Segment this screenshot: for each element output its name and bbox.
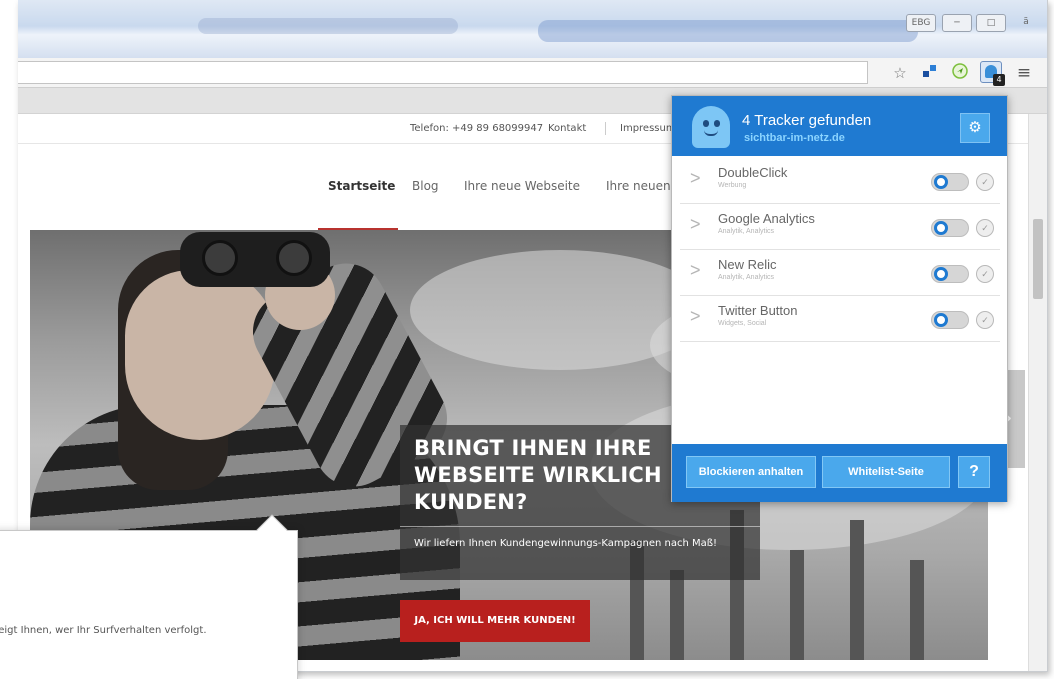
help-button[interactable]: ?	[958, 456, 990, 488]
block-toggle[interactable]	[931, 173, 969, 191]
whitelist-site-button[interactable]: Whitelist-Seite	[822, 456, 950, 488]
tracker-category: Analytik, Analytics	[718, 274, 775, 281]
tracker-category: Werbung	[718, 182, 747, 189]
dropbox-icon[interactable]	[920, 63, 940, 83]
ghostery-extension-button[interactable]: 4	[980, 61, 1005, 86]
bubble-text-line: zeigt Ihnen, wer Ihr Surfverhalten verfo…	[0, 625, 207, 636]
screenshot: EBG ─ □ ã ☆ 4 ≡ Telefon: +49 89 6809994…	[0, 0, 1054, 679]
tracker-name: Twitter Button	[718, 303, 798, 318]
settings-button[interactable]: ⚙	[960, 113, 990, 143]
binoculars-image	[180, 232, 330, 287]
hero-divider	[400, 526, 760, 527]
chevron-right-icon[interactable]: >	[690, 260, 701, 281]
nav-item-kunden[interactable]: Ihre neuen	[606, 179, 671, 193]
tracker-row[interactable]: > New Relic Analytik, Analytics ✓	[680, 250, 1000, 296]
lens	[202, 240, 238, 276]
chevron-right-icon[interactable]: >	[690, 214, 701, 235]
pause-blocking-button[interactable]: Blockieren anhalten	[686, 456, 816, 488]
nav-item-blog[interactable]: Blog	[412, 179, 439, 193]
nav-item-webseite[interactable]: Ihre neue Webseite	[464, 179, 580, 193]
imprint-link[interactable]: Impressum	[620, 123, 676, 134]
chevron-right-icon[interactable]: >	[690, 168, 701, 189]
block-toggle[interactable]	[931, 311, 969, 329]
toggle-knob	[934, 313, 948, 327]
ghostery-popup: 4 Tracker gefunden sichtbar-im-netz.de ⚙…	[671, 95, 1008, 502]
contact-link[interactable]: Kontakt	[548, 123, 586, 134]
title-bar: EBG ─ □ ã	[18, 0, 1047, 58]
star-icon[interactable]: ☆	[890, 63, 910, 83]
address-bar[interactable]	[18, 61, 868, 84]
page-scrollbar[interactable]	[1028, 114, 1047, 671]
ghost-eye	[703, 120, 709, 127]
maximize-button[interactable]: □	[976, 14, 1006, 32]
trust-icon[interactable]: ✓	[976, 219, 994, 237]
browser-toolbar: ☆ 4 ≡	[18, 58, 1047, 88]
lens	[276, 240, 312, 276]
titlebar-blur	[538, 20, 918, 42]
ghost-eye	[714, 120, 720, 127]
skyline-building	[850, 520, 864, 660]
titlebar-blur	[198, 18, 458, 34]
user-profile-button[interactable]: EBG	[906, 14, 936, 32]
tracker-category: Analytik, Analytics	[718, 228, 775, 235]
site-domain: sichtbar-im-netz.de	[744, 132, 845, 144]
hero-subtitle: Wir liefern Ihnen Kundengewinnungs-Kampa…	[414, 538, 718, 549]
gear-icon: ⚙	[968, 119, 982, 136]
scrollbar-thumb[interactable]	[1033, 219, 1043, 299]
menu-icon[interactable]: ≡	[1014, 63, 1034, 83]
tracker-row[interactable]: > Google Analytics Analytik, Analytics ✓	[680, 204, 1000, 250]
callout-bubble: n zeigt Ihnen, wer Ihr Surfverhalten ver…	[0, 514, 298, 679]
popup-header: 4 Tracker gefunden sichtbar-im-netz.de ⚙	[672, 96, 1007, 156]
close-button[interactable]: ã	[1011, 14, 1041, 32]
tracker-count-badge: 4	[993, 74, 1005, 86]
minimize-button[interactable]: ─	[942, 14, 972, 32]
tracker-name: DoubleClick	[718, 165, 788, 180]
tracker-count-title: 4 Tracker gefunden	[742, 112, 872, 129]
cta-button[interactable]: JA, ICH WILL MEHR KUNDEN!	[400, 600, 590, 642]
divider	[605, 122, 606, 135]
skyline-building	[670, 570, 684, 660]
toggle-knob	[934, 175, 948, 189]
tracker-row[interactable]: > Twitter Button Widgets, Social ✓	[680, 296, 1000, 342]
tracker-category: Widgets, Social	[718, 320, 767, 327]
skyline-building	[790, 550, 804, 660]
trust-icon[interactable]: ✓	[976, 173, 994, 191]
chevron-right-icon[interactable]: >	[690, 306, 701, 327]
phone-number: Telefon: +49 89 68099947	[410, 123, 544, 134]
toggle-knob	[934, 221, 948, 235]
skyline-building	[910, 560, 924, 660]
popup-footer: Blockieren anhalten Whitelist-Seite ?	[672, 444, 1007, 502]
block-toggle[interactable]	[931, 219, 969, 237]
tracker-row[interactable]: > DoubleClick Werbung ✓	[680, 158, 1000, 204]
trust-icon[interactable]: ✓	[976, 311, 994, 329]
trust-icon[interactable]: ✓	[976, 265, 994, 283]
toggle-knob	[934, 267, 948, 281]
tracker-name: New Relic	[718, 257, 777, 272]
ghost-mouth	[704, 130, 718, 136]
navigation-icon[interactable]	[950, 63, 970, 83]
tracker-name: Google Analytics	[718, 211, 815, 226]
woman-face	[125, 270, 275, 440]
ghost-logo-icon	[692, 106, 730, 148]
block-toggle[interactable]	[931, 265, 969, 283]
nav-item-startseite[interactable]: Startseite	[328, 179, 395, 193]
